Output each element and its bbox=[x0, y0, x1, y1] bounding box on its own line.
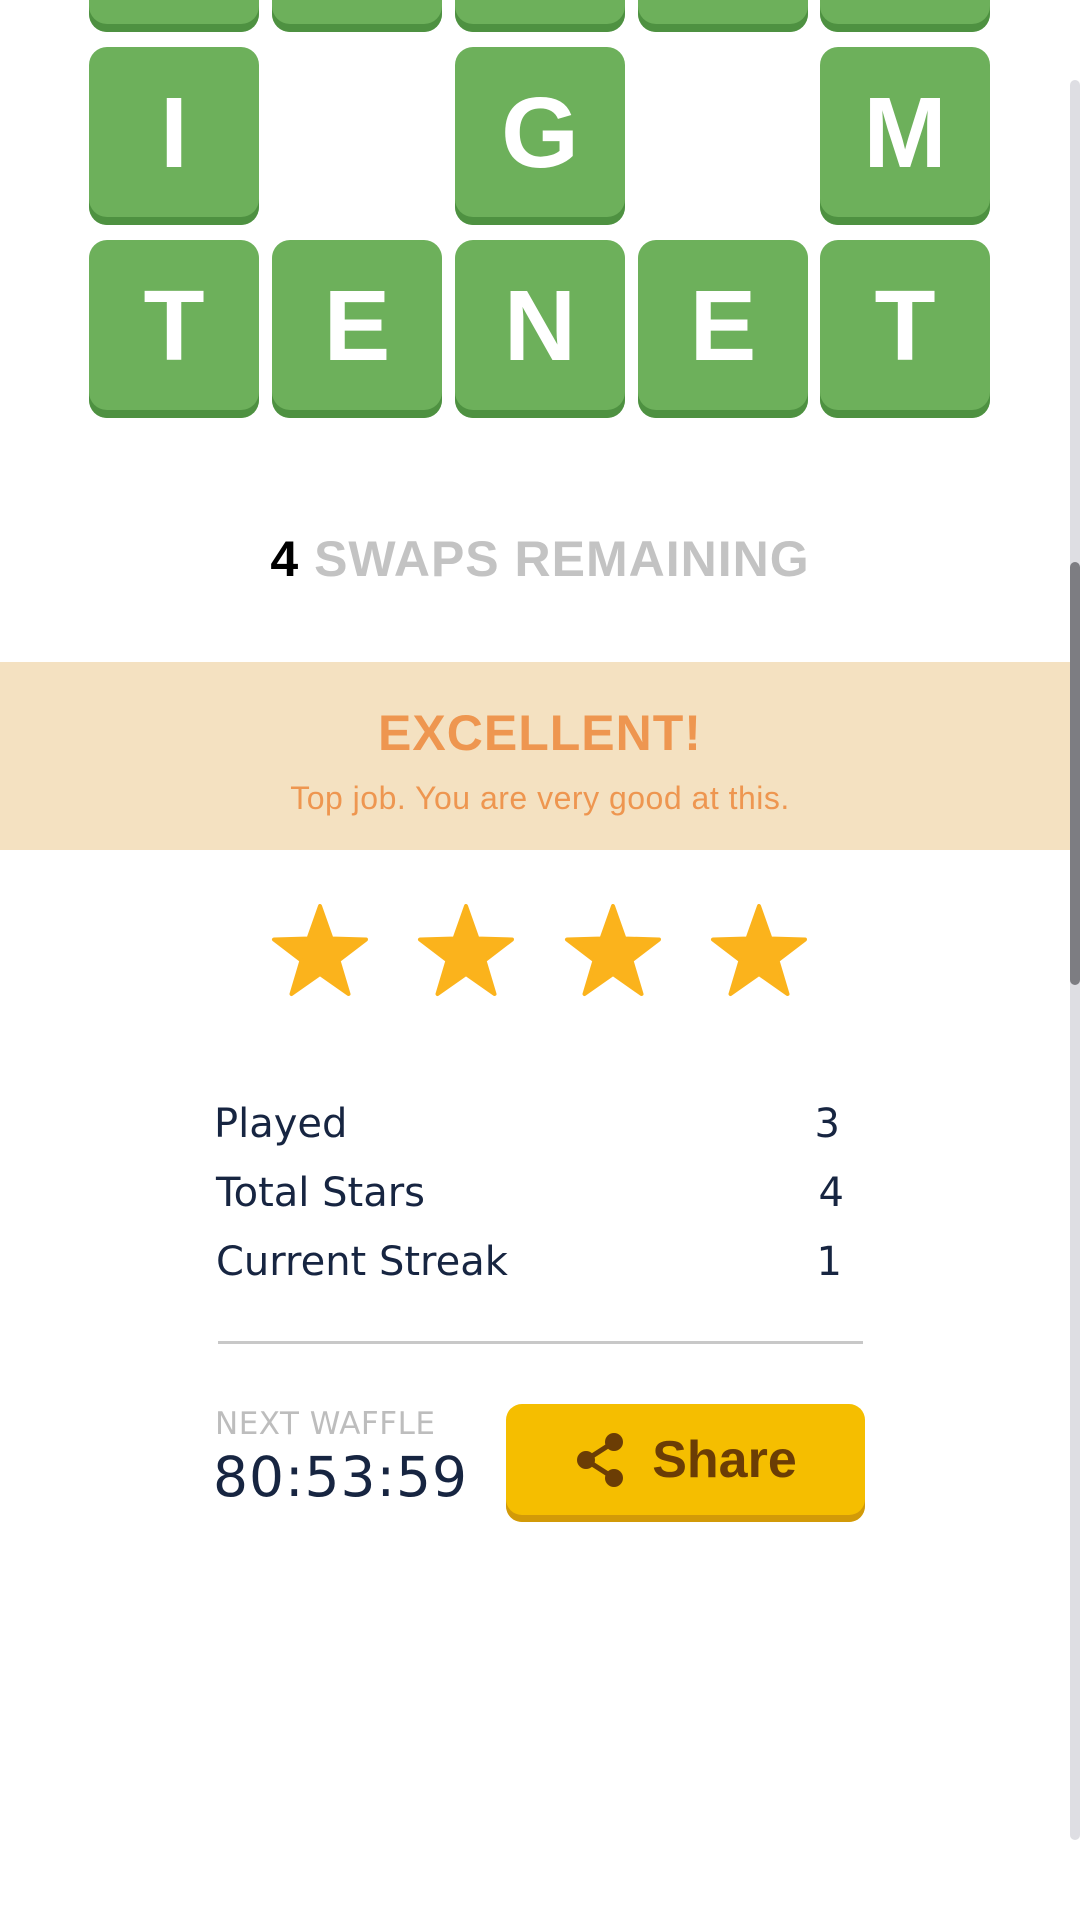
result-headline: EXCELLENT! bbox=[378, 705, 702, 761]
swaps-label: SWAPS REMAINING bbox=[314, 531, 810, 587]
next-waffle-countdown: 80:53:59 bbox=[213, 1445, 469, 1509]
tile bbox=[272, 0, 442, 32]
stat-row-total-stars: Total Stars 4 bbox=[214, 1163, 844, 1232]
tile: T bbox=[89, 240, 259, 418]
divider bbox=[218, 1341, 863, 1344]
tile: T bbox=[820, 240, 990, 418]
tile: E bbox=[272, 240, 442, 418]
stat-label: Total Stars bbox=[216, 1170, 426, 1216]
swaps-count: 4 bbox=[270, 531, 300, 587]
tile bbox=[89, 0, 259, 32]
tile: E bbox=[638, 240, 808, 418]
stat-value: 4 bbox=[818, 1170, 844, 1216]
share-icon bbox=[577, 1433, 624, 1487]
star-icon bbox=[418, 904, 514, 996]
star-icon bbox=[711, 904, 807, 996]
stat-row-current-streak: Current Streak 1 bbox=[214, 1232, 844, 1301]
stat-label: Played bbox=[214, 1101, 348, 1147]
scrollbar-thumb[interactable] bbox=[1070, 562, 1080, 985]
stat-row-played: Played 3 bbox=[214, 1094, 844, 1163]
swaps-remaining: 4 SWAPS REMAINING bbox=[0, 530, 1080, 588]
tile: M bbox=[820, 47, 990, 225]
scrollbar[interactable] bbox=[1070, 80, 1080, 1840]
share-button-label: Share bbox=[652, 1431, 797, 1489]
star-icon bbox=[565, 904, 661, 996]
tile: I bbox=[89, 47, 259, 225]
tile: G bbox=[455, 47, 625, 225]
stat-label: Current Streak bbox=[216, 1239, 508, 1285]
star-icon bbox=[272, 904, 368, 996]
result-message: Top job. You are very good at this. bbox=[290, 780, 790, 816]
tile: N bbox=[455, 240, 625, 418]
game-results-page: I G M T E N E T 4 SWAPS REMAINING EXCELL… bbox=[0, 0, 1080, 1920]
tile bbox=[820, 0, 990, 32]
share-button[interactable]: Share bbox=[506, 1404, 865, 1522]
stat-value: 3 bbox=[814, 1101, 840, 1147]
stats-table: Played 3 Total Stars 4 Current Streak 1 bbox=[214, 1094, 844, 1301]
tile bbox=[455, 0, 625, 32]
game-board: I G M T E N E T bbox=[89, 0, 991, 420]
tile bbox=[638, 0, 808, 32]
result-banner: EXCELLENT! Top job. You are very good at… bbox=[0, 662, 1080, 850]
next-waffle-label: NEXT WAFFLE bbox=[215, 1406, 436, 1442]
star-rating bbox=[0, 904, 1080, 1004]
stat-value: 1 bbox=[816, 1239, 842, 1285]
